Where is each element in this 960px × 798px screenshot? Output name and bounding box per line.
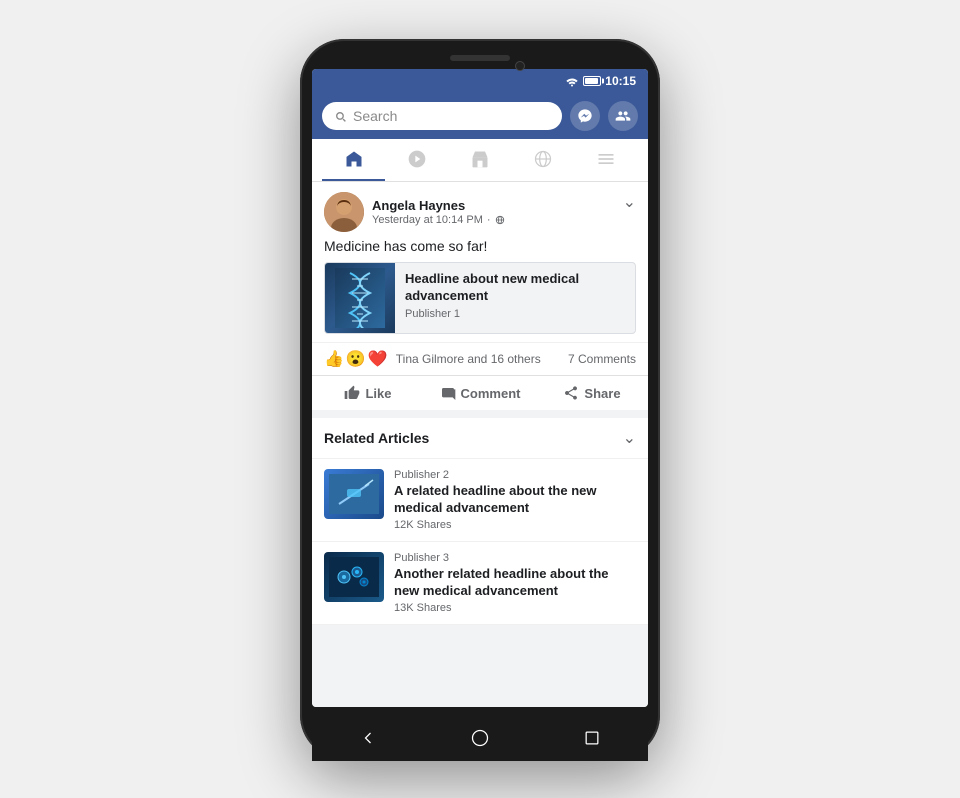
search-input-wrap[interactable]: Search [322,102,562,130]
home-button[interactable] [465,723,495,753]
article-thumbnail [325,263,395,333]
status-time: 10:15 [605,74,636,88]
like-button[interactable]: Like [312,378,424,408]
related-item-2[interactable]: Publisher 3 Another related headline abo… [312,542,648,625]
like-icon [344,385,360,401]
post-time: Yesterday at 10:14 PM [372,214,483,226]
article-preview[interactable]: Headline about new medical advancement P… [324,262,636,334]
comment-icon [440,385,456,401]
phone-camera [515,61,525,71]
like-emoji: 👍 [324,349,344,369]
reaction-icons: 👍 😮 ❤️ [324,349,388,369]
like-label: Like [365,386,391,401]
related-item-1[interactable]: Publisher 2 A related headline about the… [312,459,648,542]
related-headline-1: A related headline about the new medical… [394,483,636,517]
post-meta: Yesterday at 10:14 PM · [372,214,505,226]
circle-icon [470,728,490,748]
status-bar: 10:15 [312,69,648,93]
tab-menu[interactable] [575,139,638,181]
back-button[interactable] [353,723,383,753]
tab-newsfeed[interactable] [322,139,385,181]
phone-frame: 10:15 Search [300,39,660,759]
comment-label: Comment [461,386,521,401]
globe-icon [533,149,553,169]
dna-image [335,268,385,328]
battery-icon [583,76,601,86]
related-thumb-1 [324,469,384,519]
author-info: Angela Haynes Yesterday at 10:14 PM · [372,198,505,226]
avatar [324,192,364,232]
post-header: Angela Haynes Yesterday at 10:14 PM · [312,182,648,238]
friends-button[interactable] [608,101,638,131]
post-text: Medicine has come so far! [312,238,648,262]
share-button[interactable]: Share [536,378,648,408]
friends-icon [615,108,631,124]
heart-emoji: ❤️ [368,349,388,369]
related-header: Related Articles ⌄ [312,418,648,459]
reaction-people: Tina Gilmore and 16 others [396,352,541,366]
related-info-1: Publisher 2 A related headline about the… [394,469,636,531]
menu-icon [596,149,616,169]
article-headline: Headline about new medical advancement [405,271,625,305]
action-buttons: Like Comment Share [312,375,648,410]
related-title: Related Articles [324,430,429,446]
feed-content[interactable]: Angela Haynes Yesterday at 10:14 PM · [312,182,648,707]
related-thumb-2 [324,552,384,602]
comments-count: 7 Comments [568,352,636,366]
related-chevron[interactable]: ⌄ [623,428,636,448]
search-icon [334,110,347,123]
tab-video[interactable] [385,139,448,181]
article-info: Headline about new medical advancement P… [395,263,635,333]
nav-tabs [312,139,648,182]
related-headline-2: Another related headline about the new m… [394,566,636,600]
author-name: Angela Haynes [372,198,505,213]
post-options-chevron[interactable]: ⌄ [623,192,636,212]
dot-separator: · [487,214,491,226]
search-placeholder: Search [353,108,397,124]
tab-globe[interactable] [512,139,575,181]
video-icon [407,149,427,169]
share-icon [563,385,579,401]
reactions-bar: 👍 😮 ❤️ Tina Gilmore and 16 others 7 Comm… [312,342,648,375]
marketplace-icon [470,149,490,169]
globe-privacy-icon [495,215,505,225]
phone-screen: 10:15 Search [312,69,648,707]
post-author: Angela Haynes Yesterday at 10:14 PM · [324,192,505,232]
back-icon [358,728,378,748]
wifi-icon [565,75,579,87]
wow-emoji: 😮 [346,349,366,369]
article-publisher: Publisher 1 [405,308,625,320]
related-publisher-1: Publisher 2 [394,469,636,481]
messenger-button[interactable] [570,101,600,131]
related-publisher-2: Publisher 3 [394,552,636,564]
share-label: Share [584,386,620,401]
search-bar: Search [312,93,648,139]
comment-button[interactable]: Comment [424,378,536,408]
related-shares-1: 12K Shares [394,519,636,531]
header-icons [570,101,638,131]
related-articles: Related Articles ⌄ [312,418,648,625]
related-shares-2: 13K Shares [394,602,636,614]
square-icon [582,728,602,748]
tab-marketplace[interactable] [448,139,511,181]
recents-button[interactable] [577,723,607,753]
phone-speaker [450,55,510,61]
home-icon [344,149,364,169]
messenger-icon [577,108,593,124]
post-card: Angela Haynes Yesterday at 10:14 PM · [312,182,648,410]
bottom-nav [312,715,648,761]
related-info-2: Publisher 3 Another related headline abo… [394,552,636,614]
status-icons: 10:15 [565,74,636,88]
